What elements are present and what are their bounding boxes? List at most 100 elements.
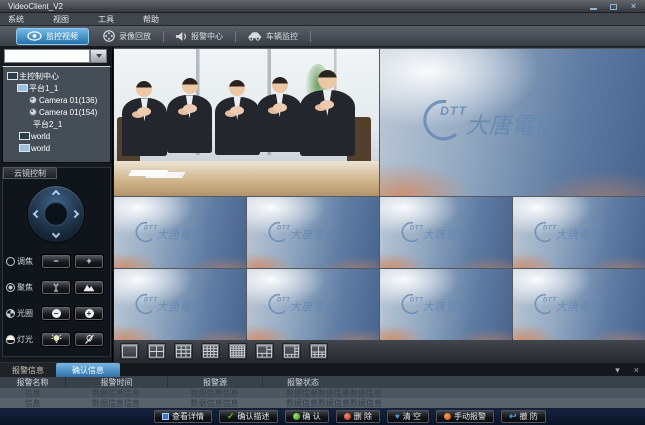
layout-16-button[interactable] [201, 343, 220, 360]
manual-alarm-button[interactable]: 手动报警 [436, 410, 494, 423]
video-tile-watermark[interactable]: DTT 大唐電信 [380, 49, 645, 196]
focus-near-button[interactable] [42, 281, 70, 294]
clear-button[interactable]: ♥ 清 空 [387, 410, 429, 423]
tree-item-control-center[interactable]: 主控制中心 [3, 70, 110, 82]
focus-far-button[interactable] [75, 281, 103, 294]
light-off-button[interactable] [75, 333, 103, 346]
view-details-button[interactable]: 查看详情 [154, 410, 212, 423]
dtt-watermark: DTT 大唐電信 [410, 98, 615, 146]
video-tile-watermark[interactable]: DTT 大唐電信 [513, 197, 645, 268]
tree-item-world-2[interactable]: world [3, 142, 110, 154]
table-row[interactable]: 信息 数据信息信息 数据信息信息 数据信息数据信息数据信息 [0, 388, 645, 398]
tab-alarm-info[interactable]: 报警信息 [0, 363, 56, 377]
ptz-left-button[interactable] [33, 210, 41, 218]
device-group-input[interactable] [4, 49, 90, 63]
iris-close-button[interactable]: − [42, 307, 70, 320]
device-tree: 主控制中心 平台1_1 Camera 01(136) Camera 01(154… [2, 66, 111, 163]
layout-9-button[interactable] [174, 343, 193, 360]
ptz-light-row: 灯光 [6, 332, 110, 346]
alarm-panel: 报警信息 确认信息 ▾ × 报警名称 报警时间 报警源 报警状态 信息 数据信息… [0, 362, 645, 408]
chevron-down-icon [96, 54, 102, 58]
table-row[interactable]: 信息 数据信息信息 数据信息信息 数据信息数据信息数据信息 [0, 398, 645, 408]
layout-10-button[interactable] [309, 343, 328, 360]
toolbar: 监控视频 录像回放 报警中心 车辆监控 [0, 26, 645, 47]
plus-circle-icon: + [85, 309, 94, 318]
video-tile-watermark[interactable]: DTT 大唐電信 [114, 197, 246, 268]
tab-alarm-center[interactable]: 报警中心 [165, 28, 233, 45]
svg-text:大唐電信: 大唐電信 [423, 300, 470, 313]
video-tile-watermark[interactable]: DTT 大唐電信 [380, 269, 512, 340]
eye-icon [27, 31, 42, 41]
bulb-on-icon [51, 334, 62, 345]
green-dot-icon [293, 413, 300, 420]
svg-text:大唐電信: 大唐電信 [556, 228, 603, 241]
menu-bar: 系统 视图 工具 帮助 [0, 13, 645, 26]
disarm-button[interactable]: ↩ 撤 防 [501, 410, 546, 423]
details-icon [162, 413, 169, 420]
ptz-zoom-row: 调焦 − + [6, 254, 110, 268]
tab-vehicle-monitor[interactable]: 车辆监控 [237, 28, 308, 45]
tree-item-camera-136[interactable]: Camera 01(136) [3, 94, 110, 106]
ptz-iris-row: 光圈 − + [6, 306, 110, 320]
focus-icon [6, 283, 15, 292]
svg-text:大唐電信: 大唐電信 [157, 300, 204, 313]
menu-system[interactable]: 系统 [8, 14, 24, 25]
layout-4-button[interactable] [147, 343, 166, 360]
action-bar: 查看详情 ✓ 确认描述 确 认 删 除 ♥ 清 空 手动报警 ↩ 撤 防 [0, 408, 645, 425]
layout-8-button[interactable] [282, 343, 301, 360]
person [300, 70, 356, 161]
video-grid: DTT 大唐電信 DTT 大唐電信 DTT 大唐電信 [114, 48, 645, 339]
tab-live-video[interactable]: 监控视频 [16, 28, 89, 45]
confirm-button[interactable]: 确 认 [285, 410, 329, 423]
video-tile-live-camera[interactable] [114, 49, 379, 196]
dtt-watermark: DTT 大唐電信 [528, 221, 630, 245]
tree-item-camera-154[interactable]: Camera 01(154) [3, 106, 110, 118]
layout-25-button[interactable] [228, 343, 247, 360]
ptz-center-knob[interactable] [44, 202, 68, 226]
zoom-out-button[interactable]: − [42, 255, 70, 268]
video-wall: DTT 大唐電信 DTT 大唐電信 DTT 大唐電信 [114, 47, 645, 362]
minus-circle-icon: − [52, 309, 61, 318]
layout-1-button[interactable] [120, 343, 139, 360]
meeting-table [114, 161, 379, 196]
video-tile-watermark[interactable]: DTT 大唐電信 [513, 269, 645, 340]
tree-item-platform2[interactable]: 平台2_1 [3, 118, 110, 130]
close-panel-icon[interactable]: × [634, 364, 639, 376]
svg-text:大唐電信: 大唐電信 [290, 228, 337, 241]
video-tile-watermark[interactable]: DTT 大唐電信 [114, 269, 246, 340]
menu-view[interactable]: 视图 [53, 14, 69, 25]
ptz-up-button[interactable] [52, 190, 60, 198]
tab-confirm-info[interactable]: 确认信息 [56, 363, 120, 377]
layout-6-button[interactable] [255, 343, 274, 360]
speaker-icon [175, 31, 187, 42]
svg-text:大唐電信: 大唐電信 [465, 112, 560, 138]
window-title: VideoClient_V2 [8, 2, 63, 11]
light-on-button[interactable] [42, 333, 70, 346]
combobox-dropdown-button[interactable] [90, 49, 107, 63]
delete-button[interactable]: 删 除 [336, 410, 380, 423]
collapse-panel-icon[interactable]: ▾ [615, 364, 620, 376]
menu-tools[interactable]: 工具 [98, 14, 114, 25]
col-alarm-name: 报警名称 [0, 377, 65, 388]
close-button[interactable]: × [628, 2, 639, 11]
menu-help[interactable]: 帮助 [143, 14, 159, 25]
alarm-table-header: 报警名称 报警时间 报警源 报警状态 [0, 376, 645, 388]
video-tile-watermark[interactable]: DTT 大唐電信 [247, 197, 379, 268]
tab-playback[interactable]: 录像回放 [93, 28, 161, 45]
main-area: 主控制中心 平台1_1 Camera 01(136) Camera 01(154… [0, 47, 645, 362]
video-tile-watermark[interactable]: DTT 大唐電信 [380, 197, 512, 268]
ptz-right-button[interactable] [71, 210, 79, 218]
tree-item-platform1[interactable]: 平台1_1 [3, 82, 110, 94]
zoom-in-button[interactable]: + [75, 255, 103, 268]
video-tile-watermark[interactable]: DTT 大唐電信 [247, 269, 379, 340]
dtt-watermark: DTT 大唐電信 [262, 221, 364, 245]
svg-text:大唐電信: 大唐電信 [290, 300, 337, 313]
ptz-down-button[interactable] [52, 230, 60, 238]
minimize-button[interactable] [588, 2, 599, 11]
confirm-description-button[interactable]: ✓ 确认描述 [219, 410, 278, 423]
tree-item-world-1[interactable]: world [3, 130, 110, 142]
svg-text:大唐電信: 大唐電信 [556, 300, 603, 313]
iris-open-button[interactable]: + [75, 307, 103, 320]
maximize-button[interactable] [608, 2, 619, 11]
device-group-combobox [4, 49, 107, 63]
